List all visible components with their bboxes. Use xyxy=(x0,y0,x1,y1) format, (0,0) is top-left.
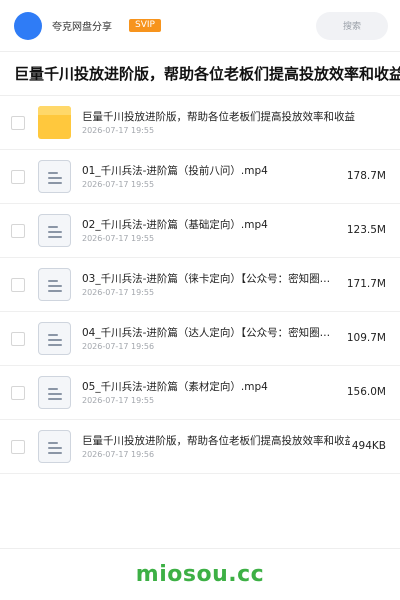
file-name: 02_千川兵法-进阶篇（基础定向）.mp4 xyxy=(82,219,268,231)
row-checkbox[interactable] xyxy=(11,386,25,400)
document-icon xyxy=(38,214,71,247)
list-item[interactable]: 02_千川兵法-进阶篇（基础定向）.mp4 2026-07-17 19:55 1… xyxy=(0,204,400,258)
file-name: 04_千川兵法-进阶篇（达人定向）【公众号：密知圈… xyxy=(82,327,331,339)
file-date: 2026-07-17 19:55 xyxy=(82,126,155,135)
file-size: 494KB xyxy=(351,440,386,452)
list-item[interactable]: 03_千川兵法-进阶篇（徕卡定向）【公众号：密知圈… 2026-07-17 19… xyxy=(0,258,400,312)
list-item[interactable]: 05_千川兵法-进阶篇（素材定向）.mp4 2026-07-17 19:55 1… xyxy=(0,366,400,420)
row-checkbox[interactable] xyxy=(11,440,25,454)
file-name: 05_千川兵法-进阶篇（素材定向）.mp4 xyxy=(82,381,268,393)
footer: miosou.cc xyxy=(0,548,400,600)
file-date: 2026-07-17 19:55 xyxy=(82,180,155,189)
page-title: 巨量千川投放进阶版，帮助各位老板们提高投放效率和收益 xyxy=(0,52,400,96)
list-item[interactable]: 01_千川兵法-进阶篇（投前八问）.mp4 2026-07-17 19:55 1… xyxy=(0,150,400,204)
file-name: 03_千川兵法-进阶篇（徕卡定向）【公众号：密知圈… xyxy=(82,273,331,285)
row-checkbox[interactable] xyxy=(11,116,25,130)
svip-badge: SVIP xyxy=(129,19,161,32)
file-size: 171.7M xyxy=(346,278,386,290)
row-checkbox[interactable] xyxy=(11,278,25,292)
file-size: 109.7M xyxy=(346,332,386,344)
row-checkbox[interactable] xyxy=(11,332,25,346)
file-size: 123.5M xyxy=(346,224,386,236)
file-name: 巨量千川投放进阶版，帮助各位老板们提高投放效率和收益.txt xyxy=(82,435,350,447)
file-date: 2026-07-17 19:55 xyxy=(82,396,155,405)
document-icon xyxy=(38,268,71,301)
header: 夸克网盘分享 SVIP 搜索 xyxy=(0,0,400,52)
file-name: 01_千川兵法-进阶篇（投前八问）.mp4 xyxy=(82,165,268,177)
file-date: 2026-07-17 19:55 xyxy=(82,288,155,297)
avatar[interactable] xyxy=(14,11,42,40)
list-item[interactable]: 巨量千川投放进阶版，帮助各位老板们提高投放效率和收益.txt 2026-07-1… xyxy=(0,420,400,474)
file-name: 巨量千川投放进阶版，帮助各位老板们提高投放效率和收益 xyxy=(82,111,355,123)
list-item[interactable]: 04_千川兵法-进阶篇（达人定向）【公众号：密知圈… 2026-07-17 19… xyxy=(0,312,400,366)
file-list: 巨量千川投放进阶版，帮助各位老板们提高投放效率和收益 2026-07-17 19… xyxy=(0,96,400,474)
document-icon xyxy=(38,430,71,463)
search-input[interactable]: 搜索 xyxy=(316,11,388,40)
file-date: 2026-07-17 19:55 xyxy=(82,234,155,243)
brand-name: 夸克网盘分享 xyxy=(52,22,112,33)
file-date: 2026-07-17 19:56 xyxy=(82,450,155,459)
list-item-folder[interactable]: 巨量千川投放进阶版，帮助各位老板们提高投放效率和收益 2026-07-17 19… xyxy=(0,96,400,150)
file-date: 2026-07-17 19:56 xyxy=(82,342,155,351)
file-size: 156.0M xyxy=(346,386,386,398)
document-icon xyxy=(38,160,71,193)
row-checkbox[interactable] xyxy=(11,170,25,184)
document-icon xyxy=(38,322,71,355)
watermark: miosou.cc xyxy=(135,562,265,587)
folder-icon xyxy=(38,106,71,139)
document-icon xyxy=(38,376,71,409)
row-checkbox[interactable] xyxy=(11,224,25,238)
file-size: 178.7M xyxy=(346,170,386,182)
